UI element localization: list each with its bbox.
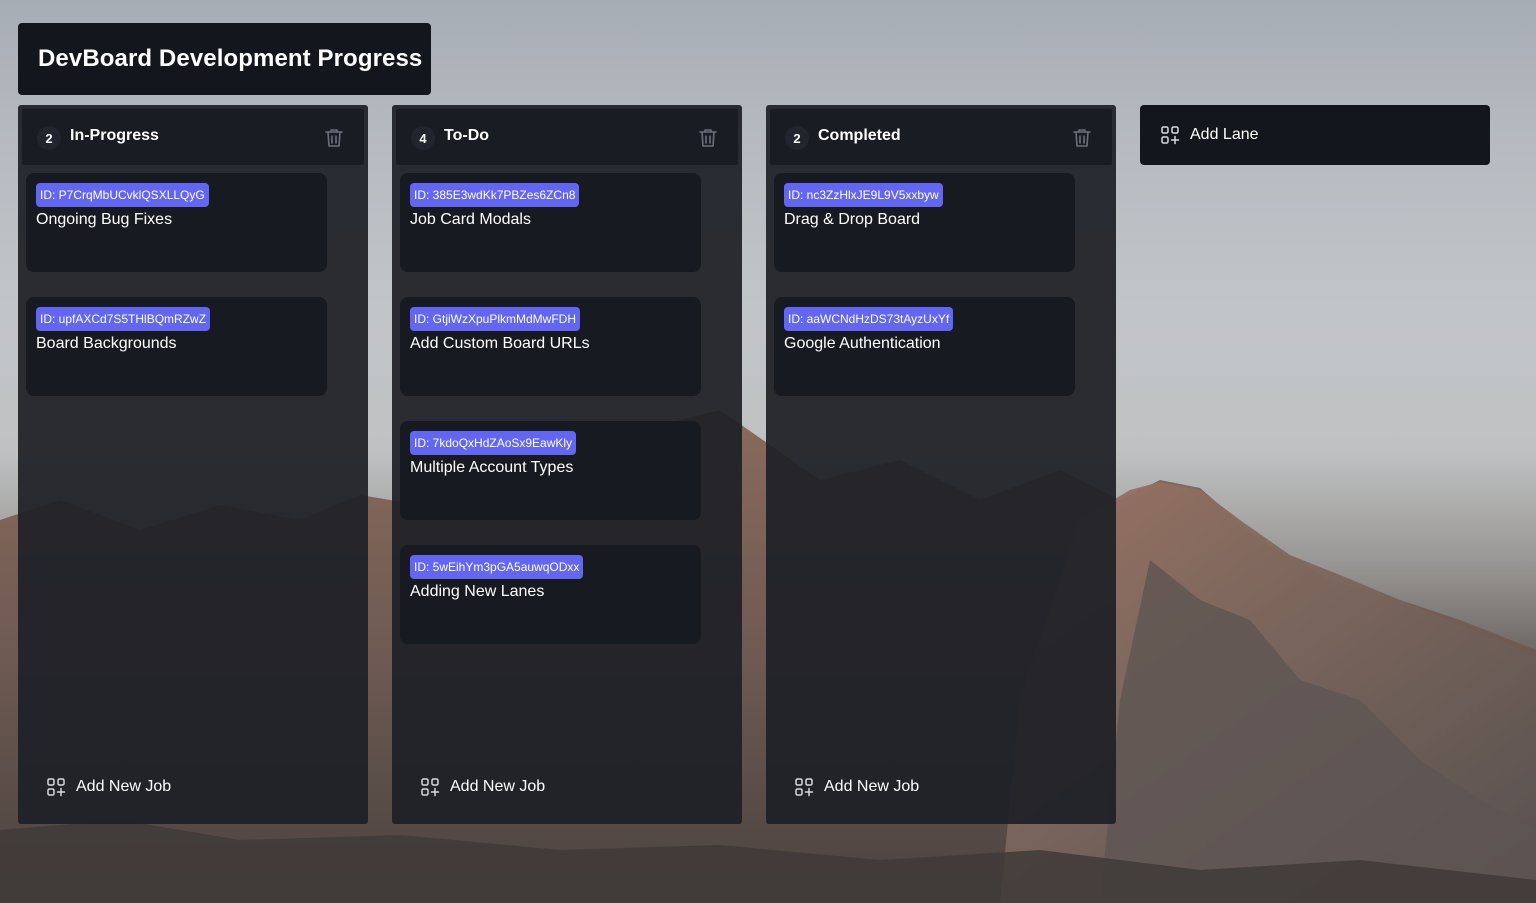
trash-icon[interactable] [1070, 126, 1094, 150]
add-lane-button[interactable]: Add Lane [1140, 105, 1490, 165]
add-new-job-button[interactable]: Add New Job [46, 776, 171, 798]
lane-title: Completed [818, 127, 901, 144]
lane-in-progress[interactable]: 2 In-Progress ID: P7CrqMbUCvklQSXLLQyG O… [18, 105, 368, 824]
job-id-badge: ID: 385E3wdKk7PBZes6ZCn8 [410, 183, 580, 207]
job-id-badge: ID: aaWCNdHzDS73tAyzUxYf [784, 307, 954, 331]
trash-icon[interactable] [322, 126, 346, 150]
job-card[interactable]: ID: 385E3wdKk7PBZes6ZCn8 Job Card Modals [400, 173, 701, 272]
job-title: Board Backgrounds [36, 335, 177, 352]
job-title: Multiple Account Types [410, 459, 574, 476]
board-title: DevBoard Development Progress [18, 23, 431, 95]
lane-count-badge: 2 [785, 126, 809, 150]
job-card[interactable]: ID: 7kdoQxHdZAoSx9EawKly Multiple Accoun… [400, 421, 701, 520]
job-id-badge: ID: 7kdoQxHdZAoSx9EawKly [410, 431, 577, 455]
job-title: Job Card Modals [410, 211, 531, 228]
trash-icon[interactable] [696, 126, 720, 150]
lane-count-badge: 2 [37, 126, 61, 150]
lane-header[interactable]: 2 In-Progress [22, 109, 364, 165]
job-card[interactable]: ID: upfAXCd7S5THlBQmRZwZ Board Backgroun… [26, 297, 327, 396]
job-id-badge: ID: upfAXCd7S5THlBQmRZwZ [36, 307, 211, 331]
job-id-badge: ID: GtjiWzXpuPlkmMdMwFDH [410, 307, 581, 331]
job-title: Adding New Lanes [410, 583, 545, 600]
grid-plus-icon [1161, 126, 1180, 145]
job-card[interactable]: ID: aaWCNdHzDS73tAyzUxYf Google Authenti… [774, 297, 1075, 396]
add-new-job-label: Add New Job [76, 778, 172, 795]
job-card[interactable]: ID: nc3ZzHlxJE9L9V5xxbyw Drag & Drop Boa… [774, 173, 1075, 272]
job-title: Add Custom Board URLs [410, 335, 590, 352]
add-new-job-label: Add New Job [824, 778, 920, 795]
job-card[interactable]: ID: GtjiWzXpuPlkmMdMwFDH Add Custom Boar… [400, 297, 701, 396]
grid-plus-icon [47, 778, 66, 797]
add-new-job-label: Add New Job [450, 778, 546, 795]
lane-header[interactable]: 4 To-Do [396, 109, 738, 165]
job-title: Google Authentication [784, 335, 941, 352]
job-id-badge: ID: 5wEihYm3pGA5auwqODxx [410, 555, 584, 579]
lane-completed[interactable]: 2 Completed ID: nc3ZzHlxJE9L9V5xxbyw Dra… [766, 105, 1116, 824]
grid-plus-icon [421, 778, 440, 797]
job-card[interactable]: ID: P7CrqMbUCvklQSXLLQyG Ongoing Bug Fix… [26, 173, 327, 272]
lane-to-do[interactable]: 4 To-Do ID: 385E3wdKk7PBZes6ZCn8 Job Car… [392, 105, 742, 824]
lane-title: To-Do [444, 127, 490, 144]
add-new-job-button[interactable]: Add New Job [794, 776, 919, 798]
job-id-badge: ID: nc3ZzHlxJE9L9V5xxbyw [784, 183, 943, 207]
job-title: Drag & Drop Board [784, 211, 921, 228]
job-card[interactable]: ID: 5wEihYm3pGA5auwqODxx Adding New Lane… [400, 545, 701, 644]
lane-header[interactable]: 2 Completed [770, 109, 1112, 165]
board-title-text: DevBoard Development Progress [38, 45, 423, 72]
grid-plus-icon [795, 778, 814, 797]
add-lane-label: Add Lane [1190, 126, 1259, 143]
job-id-badge: ID: P7CrqMbUCvklQSXLLQyG [36, 183, 209, 207]
add-new-job-button[interactable]: Add New Job [420, 776, 545, 798]
job-title: Ongoing Bug Fixes [36, 211, 173, 228]
lane-count-badge: 4 [411, 126, 435, 150]
lane-title: In-Progress [70, 127, 159, 144]
